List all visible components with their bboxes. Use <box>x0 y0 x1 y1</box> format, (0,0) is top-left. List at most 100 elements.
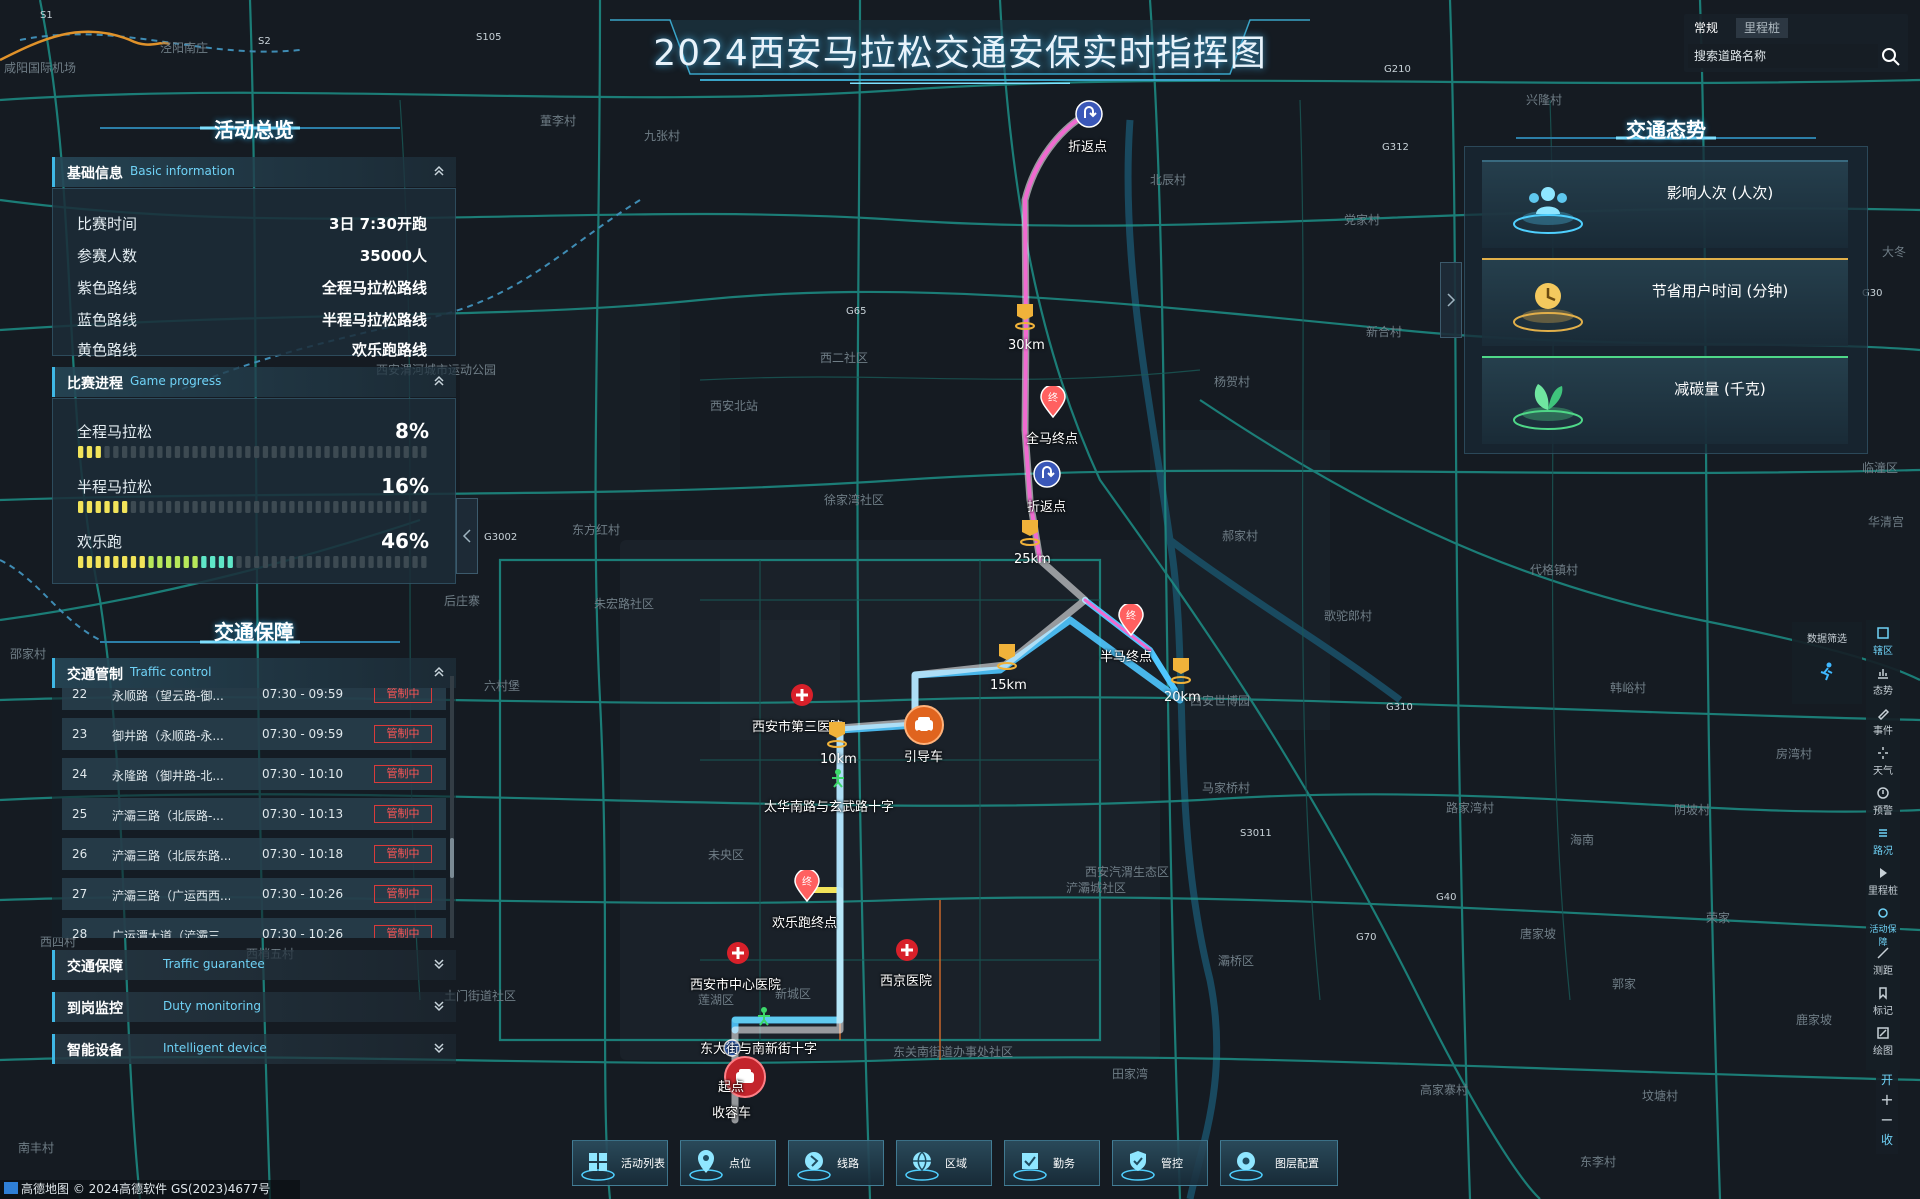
search-tab-normal[interactable]: 常规 <box>1686 18 1726 38</box>
zoom-out-button[interactable]: − <box>1876 1110 1898 1130</box>
progress-segment <box>350 501 357 513</box>
search-tab-milestone[interactable]: 里程桩 <box>1736 18 1789 38</box>
traffic-control-header[interactable]: 交通管制 Traffic control <box>52 658 456 688</box>
progress-segment <box>403 501 409 513</box>
progress-header[interactable]: 比赛进程 Game progress <box>52 367 456 397</box>
tool-measure[interactable]: 测距 <box>1866 942 1900 980</box>
chevron-up-icon[interactable] <box>432 665 446 679</box>
fold-duty-monitoring[interactable]: 到岗监控 Duty monitoring <box>52 992 456 1022</box>
tool-event[interactable]: 事件 <box>1866 702 1900 740</box>
tool-milestone[interactable]: 里程桩 <box>1866 862 1900 900</box>
tool-activity-guarantee[interactable]: 活动保障 <box>1866 902 1900 948</box>
fold-traffic-guarantee[interactable]: 交通保障 Traffic guarantee <box>52 950 456 980</box>
zoom-in-button[interactable]: + <box>1876 1090 1898 1110</box>
table-row[interactable]: 24 永隆路（御井路-北... 07:30 - 10:10 管制中 <box>62 758 446 790</box>
chevron-up-icon[interactable] <box>432 374 446 388</box>
full-finish-icon[interactable]: 终 <box>1040 386 1066 418</box>
chevron-down-icon[interactable] <box>432 1041 446 1055</box>
progress-segment <box>201 501 207 513</box>
zoom-open-button[interactable]: 开 <box>1876 1070 1898 1090</box>
saved-time-card[interactable]: 节省用户时间 (分钟) <box>1482 258 1848 346</box>
table-row[interactable]: 26 浐灞三路（北辰东路... 07:30 - 10:18 管制中 <box>62 838 446 870</box>
nav-activity-list[interactable]: 活动列表 <box>572 1140 668 1186</box>
data-filter-panel[interactable]: 数据筛选 <box>1792 622 1862 704</box>
half-finish-icon[interactable]: 终 <box>1118 604 1144 636</box>
carbon-card[interactable]: 减碳量 (千克) <box>1482 356 1848 444</box>
tool-weather[interactable]: 天气 <box>1866 742 1900 780</box>
progress-segment <box>412 556 418 568</box>
nav-points[interactable]: 点位 <box>680 1140 776 1186</box>
progress-segment <box>104 446 110 458</box>
progress-segment <box>298 501 304 513</box>
road-search-input[interactable] <box>1688 44 1878 68</box>
hospital-center-icon[interactable] <box>726 941 750 965</box>
tool-draw[interactable]: 绘图 <box>1866 1022 1900 1060</box>
crossing-taihua-icon[interactable] <box>826 766 850 790</box>
scrollbar-thumb[interactable] <box>450 838 454 878</box>
svg-text:荣家: 荣家 <box>1706 910 1730 925</box>
fold-intelligent-device[interactable]: 智能设备 Intelligent device <box>52 1034 456 1064</box>
progress-segment <box>104 556 110 568</box>
progress-segment <box>421 556 427 568</box>
progress-segment <box>245 446 251 458</box>
nav-layer-config[interactable]: 图层配置 <box>1220 1140 1338 1186</box>
hospital-xijing-icon[interactable] <box>895 938 919 962</box>
svg-text:S2: S2 <box>258 36 271 47</box>
km30-label: 30km <box>1008 338 1045 353</box>
traffic-list-scrollbar[interactable] <box>450 676 454 938</box>
hospital-3-icon[interactable] <box>790 683 814 707</box>
chevron-down-icon[interactable] <box>432 999 446 1013</box>
progress-segment <box>210 446 216 458</box>
progress-segment <box>289 501 295 513</box>
nav-areas[interactable]: 区域 <box>896 1140 992 1186</box>
table-row[interactable]: 25 浐灞三路（北辰路-... 07:30 - 10:13 管制中 <box>62 798 446 830</box>
tool-warning[interactable]: 预警 <box>1866 782 1900 820</box>
turnaround-mid-icon[interactable] <box>1033 460 1061 488</box>
chevron-left-icon <box>462 529 471 543</box>
svg-text:党家村: 党家村 <box>1344 212 1380 227</box>
table-row[interactable]: 27 浐灞三路（广运西西... 07:30 - 10:26 管制中 <box>62 878 446 910</box>
progress-segment <box>271 501 277 513</box>
progress-segment <box>218 446 225 458</box>
progress-segment <box>236 556 242 568</box>
nav-routes[interactable]: 线路 <box>788 1140 884 1186</box>
measure-icon <box>1877 947 1889 959</box>
status-badge: 管制中 <box>374 688 432 703</box>
tool-situation[interactable]: 态势 <box>1866 662 1900 700</box>
progress-segment <box>403 446 409 458</box>
svg-text:灞桥区: 灞桥区 <box>1218 954 1254 968</box>
amap-logo-icon <box>4 1182 18 1194</box>
info-row-purple: 紫色路线 全程马拉松路线 <box>77 279 427 297</box>
crossing-dongda-icon[interactable] <box>752 1004 776 1028</box>
tool-mark[interactable]: 标记 <box>1866 982 1900 1020</box>
fun-finish-icon[interactable]: 终 <box>794 870 820 902</box>
table-row[interactable]: 22 永顺路（望云路-御... 07:30 - 09:59 管制中 <box>62 688 446 710</box>
tool-road-condition[interactable]: 路况 <box>1866 822 1900 860</box>
svg-text:鹿家坡: 鹿家坡 <box>1796 1012 1832 1027</box>
impact-people-card[interactable]: 影响人次 (人次) <box>1482 160 1848 248</box>
right-panel-collapse-tab[interactable] <box>1440 262 1462 338</box>
left-panel-collapse-tab[interactable] <box>456 498 478 574</box>
guide-car-icon[interactable] <box>904 705 944 745</box>
progress-segment <box>174 501 181 513</box>
nav-duty[interactable]: 勤务 <box>1004 1140 1100 1186</box>
progress-segment <box>78 501 84 513</box>
progress-segment <box>359 556 365 568</box>
tool-jurisdiction[interactable]: 辖区 <box>1866 622 1900 660</box>
chevron-down-icon[interactable] <box>432 957 446 971</box>
zoom-close-button[interactable]: 收 <box>1876 1130 1898 1150</box>
svg-text:董李村: 董李村 <box>540 113 576 128</box>
basic-info-header[interactable]: 基础信息 Basic information <box>52 157 456 187</box>
svg-text:浐灞城社区: 浐灞城社区 <box>1066 880 1126 895</box>
svg-text:坟塘村: 坟塘村 <box>1642 1088 1678 1103</box>
table-row[interactable]: 28 广运潭大道（浐灞三... 07:30 - 10:26 管制中 <box>62 918 446 938</box>
runner-icon[interactable] <box>1816 661 1838 683</box>
chevron-up-icon[interactable] <box>432 164 446 178</box>
grid-icon <box>581 1153 615 1181</box>
traffic-control-list[interactable]: 22 永顺路（望云路-御... 07:30 - 09:59 管制中 23 御井路（永顺路… <box>52 688 456 938</box>
turnaround-top-icon[interactable] <box>1075 100 1103 128</box>
nav-control[interactable]: 管控 <box>1112 1140 1208 1186</box>
search-icon[interactable] <box>1880 46 1902 68</box>
road-condition-icon <box>1879 829 1887 837</box>
table-row[interactable]: 23 御井路（永顺路-永... 07:30 - 09:59 管制中 <box>62 718 446 750</box>
